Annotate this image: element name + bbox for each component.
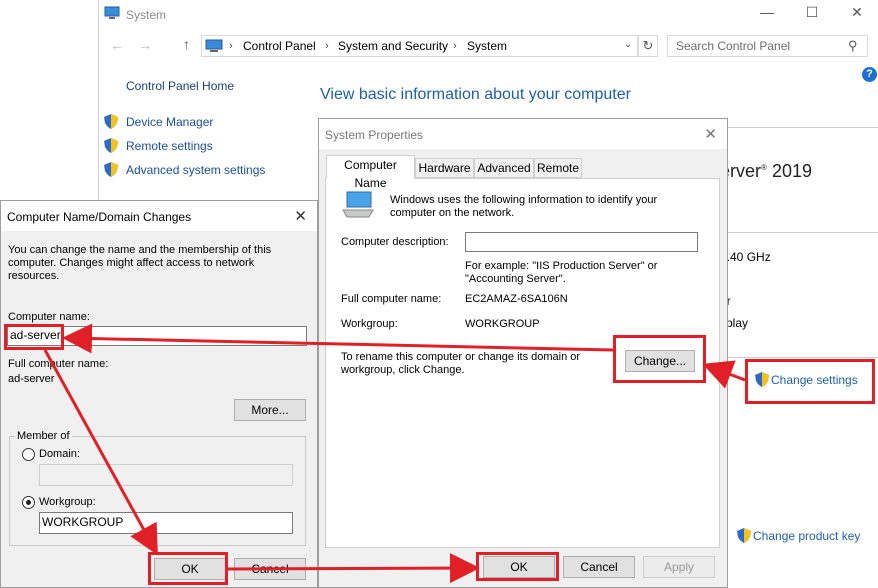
workgroup-input-value: WORKGROUP xyxy=(42,515,124,529)
breadcrumb-separator-icon: › xyxy=(453,40,457,52)
annotation-box-change-settings xyxy=(745,359,875,404)
computer-description-input[interactable] xyxy=(465,232,698,252)
computer-description-label: Computer description: xyxy=(341,236,449,248)
workgroup-radio-label: Workgroup: xyxy=(39,496,96,508)
rename-text: To rename this computer or change its do… xyxy=(341,351,581,376)
divider xyxy=(720,127,878,128)
sidebar-item-remote-settings[interactable]: Remote settings xyxy=(126,139,213,153)
sidebar-item-device-manager[interactable]: Device Manager xyxy=(126,115,213,129)
edition-year: 2019 xyxy=(771,161,812,181)
search-placeholder: Search Control Panel xyxy=(676,39,791,53)
close-icon[interactable]: ✕ xyxy=(294,207,307,225)
dialog-titlebar: System Properties ✕ xyxy=(319,119,727,149)
tab-advanced[interactable]: Advanced xyxy=(474,158,534,178)
up-arrow-icon[interactable]: ↑ xyxy=(183,36,190,52)
control-panel-home-link[interactable]: Control Panel Home xyxy=(126,79,234,93)
breadcrumb-control-panel[interactable]: Control Panel xyxy=(243,39,316,53)
maximize-icon[interactable]: ☐ xyxy=(797,4,827,21)
page-heading: View basic information about your comput… xyxy=(320,86,631,103)
cancel-button[interactable]: Cancel xyxy=(563,556,635,578)
name-changes-intro: You can change the name and the membersh… xyxy=(8,244,272,282)
workgroup-radio[interactable] xyxy=(22,496,35,509)
breadcrumb-separator-icon: › xyxy=(325,40,329,52)
computer-icon xyxy=(205,39,223,53)
tab-computer-name[interactable]: Computer Name xyxy=(326,155,415,190)
domain-radio[interactable] xyxy=(22,448,35,461)
domain-label: Domain: xyxy=(39,448,80,460)
shield-icon xyxy=(104,138,118,156)
breadcrumb-separator-icon: › xyxy=(229,40,233,52)
edition-text: erver® 2019 xyxy=(720,161,812,181)
apply-button[interactable]: Apply xyxy=(643,556,715,578)
dialog-title: Computer Name/Domain Changes xyxy=(7,210,192,224)
divider xyxy=(720,232,878,233)
search-icon[interactable]: ⚲ xyxy=(848,38,858,54)
tab-remote[interactable]: Remote xyxy=(534,158,582,178)
close-icon[interactable]: ✕ xyxy=(704,125,717,143)
sidebar-item-advanced-system-settings[interactable]: Advanced system settings xyxy=(126,163,265,177)
close-icon[interactable]: ✕ xyxy=(842,4,872,21)
tab-hardware[interactable]: Hardware xyxy=(415,158,474,178)
refresh-icon[interactable]: ↻ xyxy=(638,35,658,57)
dialog-titlebar: Computer Name/Domain Changes ✕ xyxy=(1,201,317,231)
shield-icon xyxy=(104,162,118,180)
change-product-key-link[interactable]: Change product key xyxy=(753,529,860,543)
annotation-box-ok-right xyxy=(476,552,559,581)
workgroup-input[interactable]: WORKGROUP xyxy=(39,512,293,534)
annotation-box-ok-left xyxy=(148,552,228,585)
computer-network-icon xyxy=(341,190,375,220)
breadcrumb-system-security[interactable]: System and Security xyxy=(338,39,448,53)
full-computer-name-value: ad-server xyxy=(8,373,55,385)
shield-icon xyxy=(104,114,118,132)
intro-text: Windows uses the following information t… xyxy=(390,194,658,219)
forward-arrow-icon[interactable]: → xyxy=(138,37,152,53)
more-button[interactable]: More... xyxy=(234,399,306,421)
full-name-value: EC2AMAZ-6SA106N xyxy=(465,293,568,305)
system-window-icon xyxy=(104,6,120,20)
annotation-box-computer-name xyxy=(4,324,64,350)
domain-input[interactable] xyxy=(39,464,293,486)
dialog-title: System Properties xyxy=(325,128,424,142)
window-title: System xyxy=(126,8,167,22)
full-computer-name-label: Full computer name: xyxy=(8,358,109,370)
chevron-down-icon[interactable]: ⌄ xyxy=(624,39,632,50)
shield-icon xyxy=(737,528,751,546)
full-name-label: Full computer name: xyxy=(341,293,442,305)
computer-name-label: Computer name: xyxy=(8,311,90,323)
help-icon[interactable]: ? xyxy=(862,67,877,82)
workgroup-value: WORKGROUP xyxy=(465,318,540,330)
breadcrumb-system[interactable]: System xyxy=(467,39,507,53)
annotation-box-change-button xyxy=(613,335,706,383)
minimize-icon[interactable]: — xyxy=(752,4,782,20)
example-text: For example: "IIS Production Server" or … xyxy=(465,260,658,285)
back-arrow-icon[interactable]: ← xyxy=(110,37,124,53)
cancel-button[interactable]: Cancel xyxy=(234,558,306,580)
workgroup-label: Workgroup: xyxy=(341,318,398,330)
divider xyxy=(720,357,878,358)
member-of-label: Member of xyxy=(15,430,72,443)
